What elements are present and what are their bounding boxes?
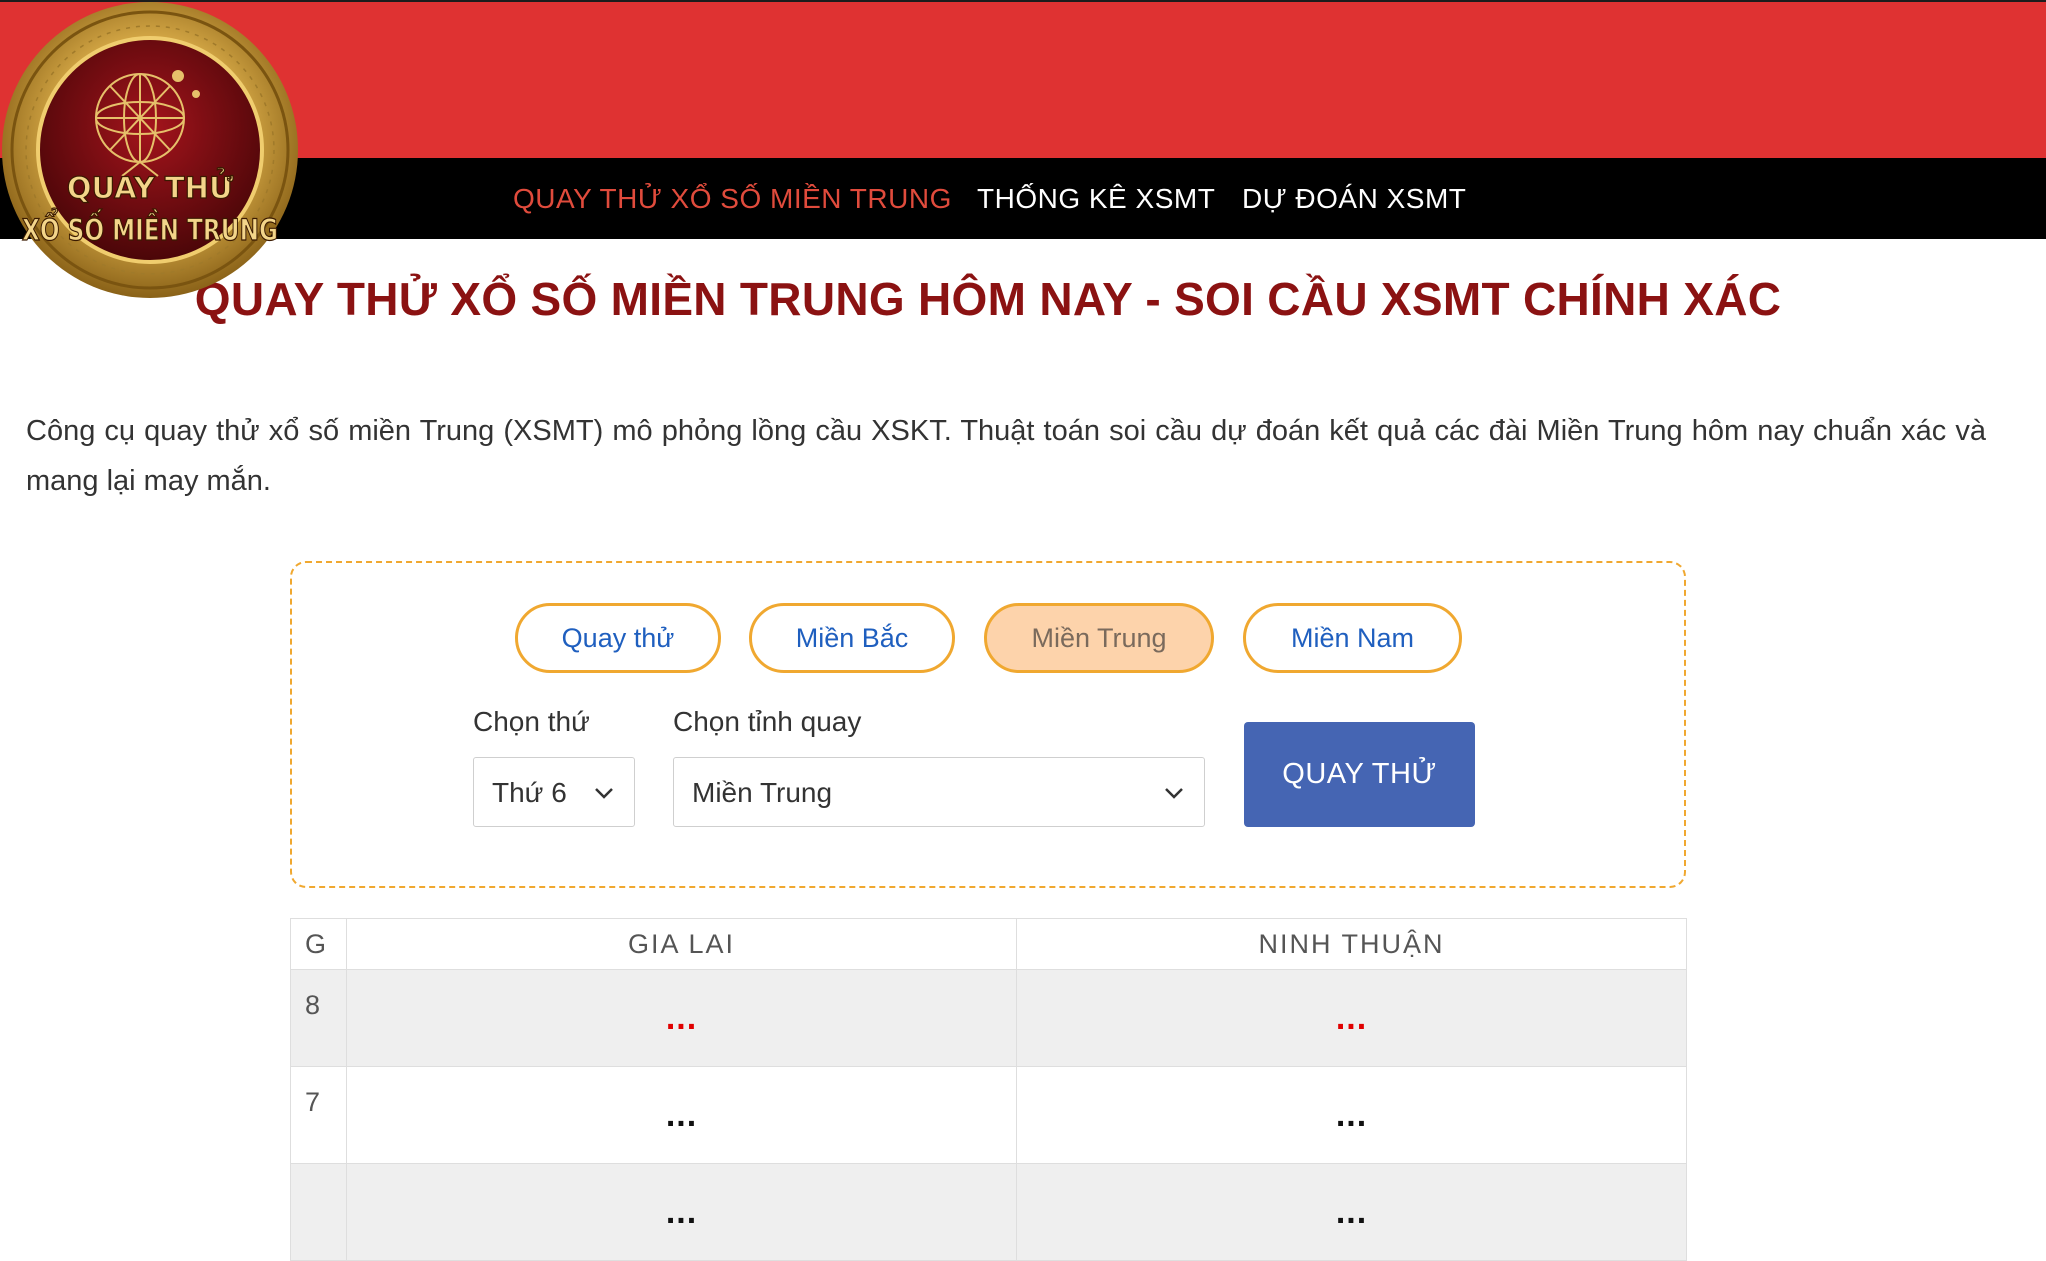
tab-mien-trung[interactable]: Miền Trung <box>984 603 1214 673</box>
tab-mien-nam[interactable]: Miền Nam <box>1243 603 1462 673</box>
main-nav: QUAY THỬ XỔ SỐ MIỀN TRUNG THỐNG KÊ XSMT … <box>0 158 2046 239</box>
province-select-value: Miền Trung <box>692 777 833 808</box>
result-cell: ... <box>346 1066 1017 1164</box>
nav-item-quay-thu-xsmt[interactable]: QUAY THỬ XỔ SỐ MIỀN TRUNG <box>513 158 952 239</box>
nav-item-thong-ke-xsmt[interactable]: THỐNG KÊ XSMT <box>977 158 1215 239</box>
prize-label <box>290 1163 347 1261</box>
result-cell: ... <box>1016 1163 1687 1261</box>
chevron-down-icon <box>1164 758 1184 828</box>
intro-text: Công cụ quay thử xổ số miền Trung (XSMT)… <box>26 415 1986 497</box>
result-cell: ... <box>1016 1066 1687 1164</box>
result-cell: ... <box>346 1163 1017 1261</box>
prize-label: 7 <box>290 1066 347 1164</box>
result-cell: ... <box>1016 969 1687 1067</box>
province-column-header: NINH THUẬN <box>1016 918 1687 970</box>
site-logo[interactable]: QUAY THỬ XỔ SỐ MIỀN TRUNG <box>0 0 300 300</box>
result-cell: ... <box>346 969 1017 1067</box>
table-row: 7 ... ... <box>290 1066 1687 1164</box>
tab-mien-bac[interactable]: Miền Bắc <box>749 603 955 673</box>
day-select-value: Thứ 6 <box>492 777 567 808</box>
quay-thu-submit-button[interactable]: QUAY THỬ <box>1244 722 1475 827</box>
day-select-label: Chọn thứ <box>473 706 590 737</box>
nav-item-du-doan-xsmt[interactable]: DỰ ĐOÁN XSMT <box>1242 158 1466 239</box>
header-bar <box>0 0 2046 158</box>
tab-quay-thu[interactable]: Quay thử <box>515 603 721 673</box>
table-row: 8 ... ... <box>290 969 1687 1067</box>
svg-text:QUAY THỬ: QUAY THỬ <box>67 167 234 205</box>
table-header-row: G GIA LAI NINH THUẬN <box>290 918 1687 970</box>
chevron-down-icon <box>594 758 614 828</box>
province-select-label: Chọn tỉnh quay <box>673 706 862 737</box>
table-row: ... ... <box>290 1163 1687 1261</box>
prize-column-header: G <box>290 918 347 970</box>
province-select[interactable]: Miền Trung <box>673 757 1205 827</box>
prize-label: 8 <box>290 969 347 1067</box>
results-table: G GIA LAI NINH THUẬN 8 ... ... 7 ... ...… <box>290 918 1687 1261</box>
day-select[interactable]: Thứ 6 <box>473 757 635 827</box>
svg-text:XỔ SỐ MIỀN TRUNG: XỔ SỐ MIỀN TRUNG <box>22 207 278 247</box>
province-column-header: GIA LAI <box>346 918 1017 970</box>
